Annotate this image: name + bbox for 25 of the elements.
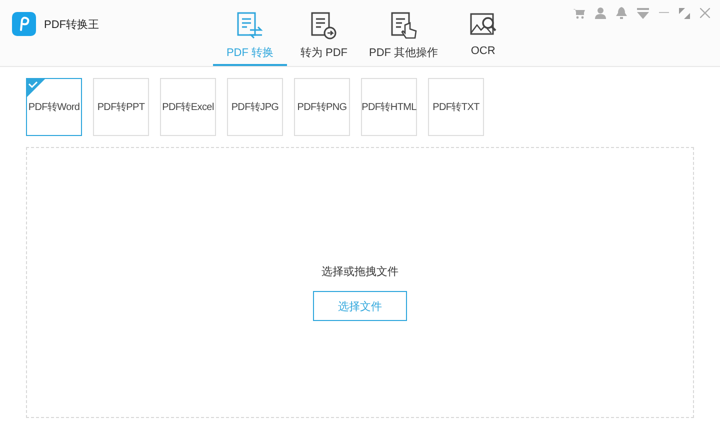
app-title: PDF转换王 [44, 18, 99, 32]
document-arrow-icon [309, 11, 339, 41]
format-card[interactable]: PDF转Excel [160, 78, 216, 136]
format-card[interactable]: PDF转PPT [93, 78, 149, 136]
format-card[interactable]: PDF转TXT [428, 78, 484, 136]
close-icon[interactable] [700, 8, 710, 18]
minimize-icon[interactable] [659, 12, 669, 14]
restore-icon[interactable] [679, 8, 690, 18]
format-card[interactable]: PDF转JPG [227, 78, 283, 136]
nav-tab[interactable]: PDF 其他操作 [361, 0, 446, 66]
nav-tab[interactable]: OCR [446, 0, 520, 66]
bell-icon[interactable] [616, 7, 627, 19]
document-arrows-icon [235, 11, 265, 41]
nav-tab[interactable]: 转为 PDF [287, 0, 361, 66]
check-corner-icon [26, 78, 46, 98]
cart-icon[interactable] [573, 8, 585, 18]
drop-zone[interactable]: 选择或拖拽文件 选择文件 [26, 147, 694, 418]
user-icon[interactable] [595, 7, 606, 19]
format-card[interactable]: PDF转Word [26, 78, 82, 136]
format-card[interactable]: PDF转PNG [294, 78, 350, 136]
format-card[interactable]: PDF转HTML [361, 78, 417, 136]
app-logo-icon [12, 12, 36, 36]
dropdown-icon[interactable] [637, 8, 649, 18]
document-hand-icon [388, 11, 419, 41]
drop-hint: 选择或拖拽文件 [322, 264, 398, 279]
